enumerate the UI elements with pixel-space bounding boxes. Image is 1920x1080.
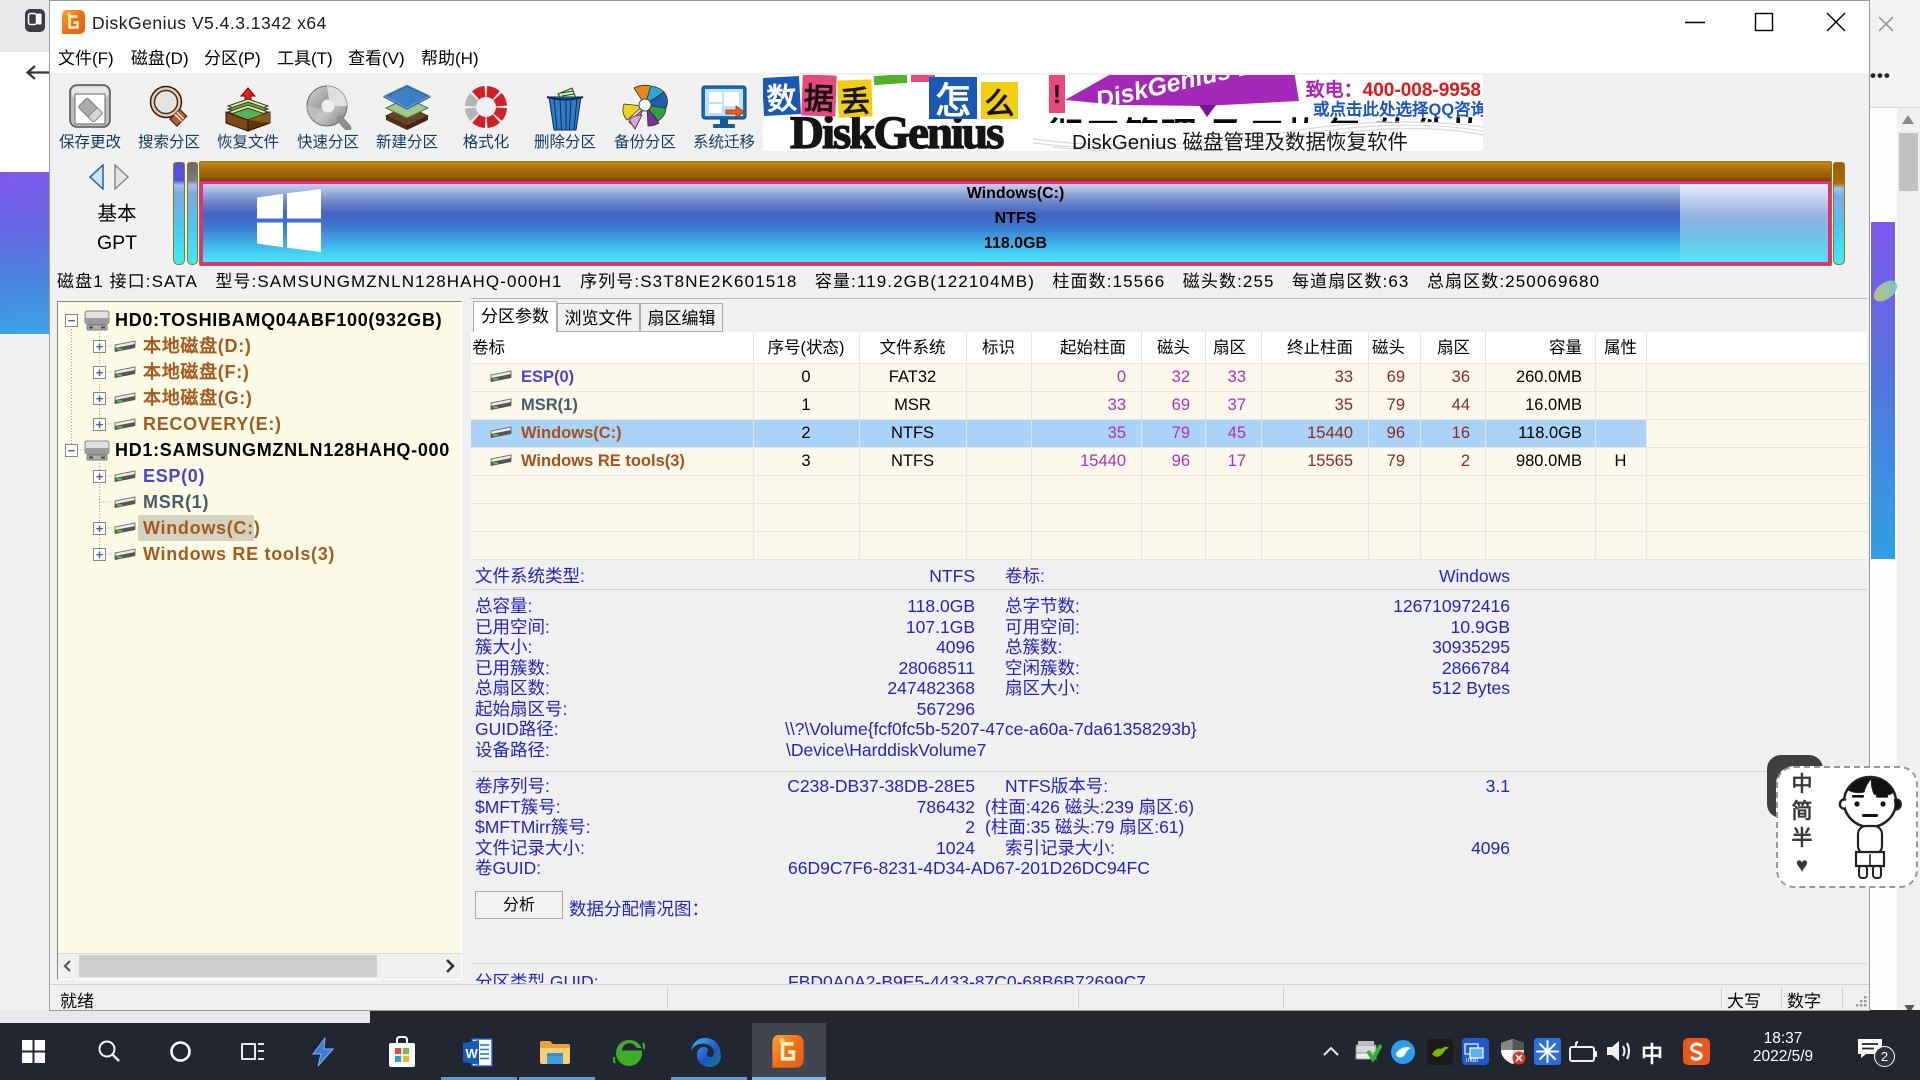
svg-text:W: W — [466, 1046, 479, 1061]
svg-text:intel: intel — [1466, 1057, 1478, 1064]
